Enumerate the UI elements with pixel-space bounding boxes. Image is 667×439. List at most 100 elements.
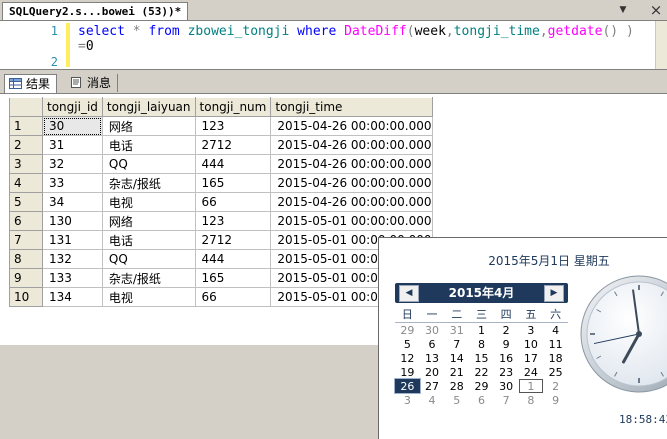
calendar-day[interactable]: 20 [420, 365, 445, 379]
table-cell[interactable]: 32 [42, 154, 103, 174]
calendar-day[interactable]: 4 [543, 323, 568, 338]
calendar-day[interactable]: 1 [469, 323, 494, 338]
calendar-day[interactable]: 1 [518, 379, 544, 393]
table-row[interactable]: 10 134 电视 66 2015-05-01 00:00:00.000 [9, 287, 433, 307]
calendar-day[interactable]: 10 [519, 337, 544, 351]
row-number[interactable]: 6 [9, 211, 43, 231]
calendar-day[interactable]: 3 [519, 323, 544, 338]
table-row[interactable]: 8 132 QQ 444 2015-05-01 00:00:00.000 [9, 249, 433, 269]
table-row[interactable]: 7 131 电话 2712 2015-05-01 00:00:00.000 [9, 230, 433, 250]
calendar-day[interactable]: 9 [543, 393, 568, 407]
row-number[interactable]: 10 [9, 287, 43, 307]
calendar-day[interactable]: 31 [444, 323, 469, 338]
calendar-month-title[interactable]: 2015年4月 [421, 283, 542, 303]
table-cell[interactable]: 网络 [101, 211, 196, 231]
table-cell[interactable]: 电话 [101, 135, 196, 155]
calendar-day[interactable]: 13 [420, 351, 445, 365]
row-number[interactable]: 3 [9, 154, 43, 174]
table-cell[interactable]: 杂志/报纸 [101, 173, 196, 193]
table-cell[interactable]: 66 [194, 192, 272, 212]
calendar-day[interactable]: 17 [519, 351, 544, 365]
calendar-day[interactable]: 7 [444, 337, 469, 351]
column-header[interactable]: tongji_time [270, 97, 433, 117]
code-line-2[interactable]: =0 [78, 39, 94, 54]
table-row[interactable]: 9 133 杂志/报纸 165 2015-05-01 00:00:00.000 [9, 268, 433, 288]
calendar-day[interactable]: 14 [444, 351, 469, 365]
calendar-day[interactable]: 21 [444, 365, 469, 379]
table-cell[interactable]: 2712 [194, 135, 272, 155]
table-row[interactable]: 4 33 杂志/报纸 165 2015-04-26 00:00:00.000 [9, 173, 433, 193]
calendar-day[interactable]: 30 [420, 323, 445, 338]
tab-results[interactable]: 结果 [4, 74, 58, 93]
calendar-day[interactable]: 22 [469, 365, 494, 379]
table-cell[interactable]: 134 [42, 287, 103, 307]
table-row[interactable]: 1 30 网络 123 2015-04-26 00:00:00.000 [9, 116, 433, 136]
table-row[interactable]: 3 32 QQ 444 2015-04-26 00:00:00.000 [9, 154, 433, 174]
calendar-day[interactable]: 15 [469, 351, 494, 365]
table-cell[interactable]: QQ [101, 154, 196, 174]
calendar-day[interactable]: 24 [519, 365, 544, 379]
calendar-day[interactable]: 6 [469, 393, 494, 407]
table-row[interactable]: 2 31 电话 2712 2015-04-26 00:00:00.000 [9, 135, 433, 155]
table-cell[interactable]: 电话 [101, 230, 196, 250]
calendar-day[interactable]: 2 [494, 323, 519, 338]
calendar-day[interactable]: 23 [494, 365, 519, 379]
table-cell[interactable]: 123 [194, 116, 272, 136]
tab-messages[interactable]: 消息 [66, 74, 119, 92]
calendar-day[interactable]: 16 [494, 351, 519, 365]
table-cell[interactable]: 66 [194, 287, 272, 307]
column-header[interactable]: tongji_laiyuan [101, 97, 196, 117]
calendar-day[interactable]: 5 [395, 337, 420, 351]
calendar-day[interactable]: 26 [394, 378, 421, 394]
table-cell[interactable]: 2015-04-26 00:00:00.000 [270, 192, 433, 212]
table-cell[interactable]: 30 [42, 116, 103, 136]
row-header-corner[interactable] [9, 97, 43, 117]
table-cell[interactable]: 31 [42, 135, 103, 155]
row-number[interactable]: 7 [9, 230, 43, 250]
table-row[interactable]: 6 130 网络 123 2015-05-01 00:00:00.000 [9, 211, 433, 231]
row-number[interactable]: 1 [9, 116, 43, 136]
calendar-day[interactable]: 8 [519, 393, 544, 407]
row-number[interactable]: 4 [9, 173, 43, 193]
calendar-day[interactable]: 2 [543, 379, 568, 393]
row-number[interactable]: 8 [9, 249, 43, 269]
table-cell[interactable]: 2712 [194, 230, 272, 250]
row-number[interactable]: 2 [9, 135, 43, 155]
table-cell[interactable]: 电视 [101, 287, 196, 307]
calendar-day[interactable]: 6 [420, 337, 445, 351]
calendar-next-button[interactable]: ▶ [544, 285, 564, 302]
calendar-day[interactable]: 25 [543, 365, 568, 379]
row-number[interactable]: 5 [9, 192, 43, 212]
calendar-day[interactable]: 18 [543, 351, 568, 365]
code-line-1[interactable]: select * from zbowei_tongji where DateDi… [78, 24, 634, 39]
table-cell[interactable]: 165 [194, 268, 272, 288]
results-grid[interactable]: tongji_id tongji_laiyuan tongji_num tong… [9, 97, 433, 307]
table-cell[interactable]: 电视 [101, 192, 196, 212]
table-cell[interactable]: 444 [194, 249, 272, 269]
calendar-day[interactable]: 30 [494, 379, 519, 393]
table-cell[interactable]: 网络 [101, 116, 196, 136]
table-cell[interactable]: 2015-04-26 00:00:00.000 [270, 173, 433, 193]
calendar-day[interactable]: 12 [395, 351, 420, 365]
calendar-day[interactable]: 27 [420, 379, 445, 393]
sql-editor[interactable]: 1 2 select * from zbowei_tongji where Da… [0, 21, 667, 69]
column-header[interactable]: tongji_id [42, 97, 103, 117]
editor-vertical-scrollbar[interactable] [655, 21, 667, 69]
calendar-day[interactable]: 3 [395, 393, 420, 407]
calendar-day[interactable]: 7 [494, 393, 519, 407]
close-icon[interactable]: × [648, 2, 664, 18]
table-cell[interactable]: 133 [42, 268, 103, 288]
table-cell[interactable]: QQ [101, 249, 196, 269]
calendar-day[interactable]: 9 [494, 337, 519, 351]
table-cell[interactable]: 131 [42, 230, 103, 250]
table-cell[interactable]: 2015-04-26 00:00:00.000 [270, 135, 433, 155]
table-cell[interactable]: 34 [42, 192, 103, 212]
calendar-day[interactable]: 28 [444, 379, 469, 393]
calendar-day[interactable]: 8 [469, 337, 494, 351]
calendar-day[interactable]: 29 [469, 379, 494, 393]
calendar-day[interactable]: 29 [395, 323, 420, 338]
table-cell[interactable]: 123 [194, 211, 272, 231]
calendar-day[interactable]: 5 [444, 393, 469, 407]
long-date-link[interactable]: 2015年5月1日 星期五 [379, 252, 667, 269]
chevron-down-icon[interactable]: ▼ [616, 3, 630, 17]
